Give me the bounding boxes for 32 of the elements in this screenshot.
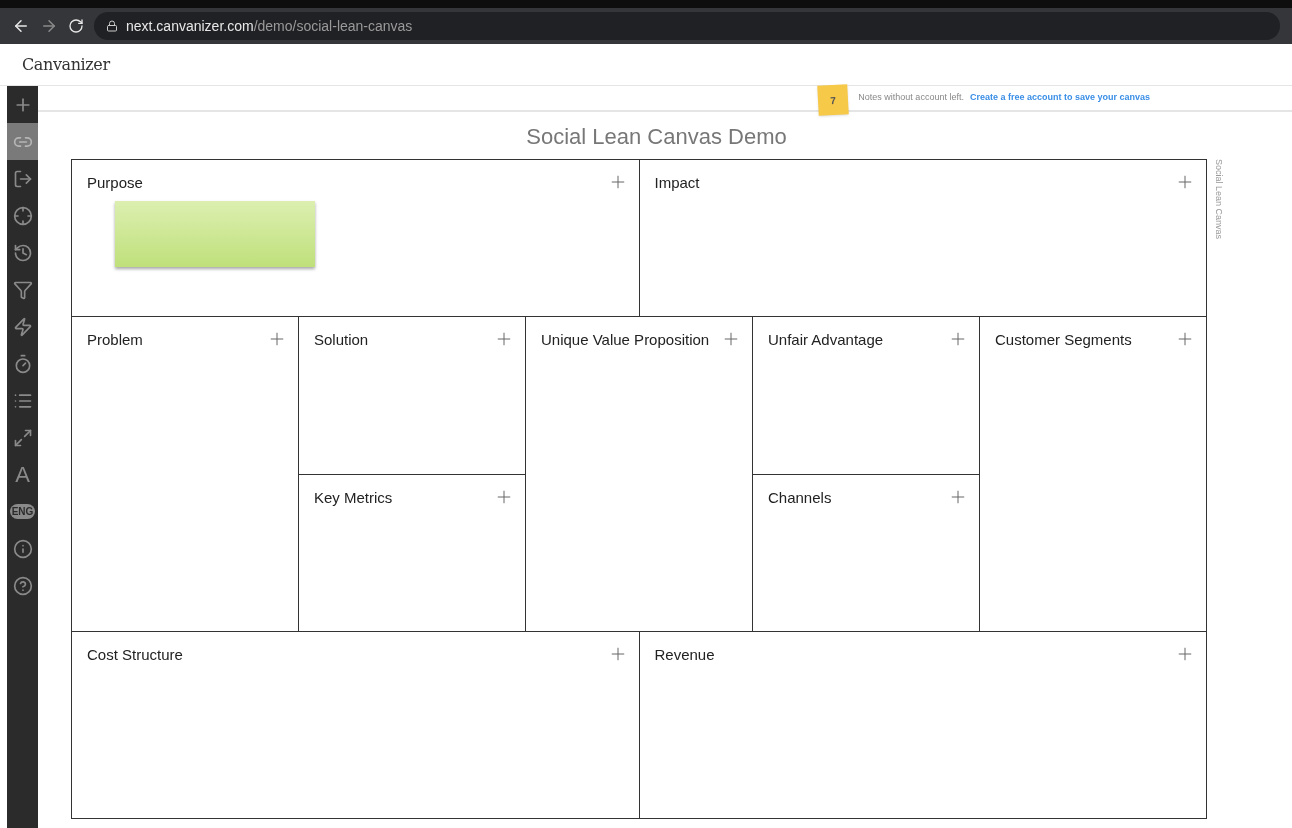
section-title: Impact	[654, 173, 700, 193]
notes-left-count: 7	[817, 84, 850, 116]
export-icon	[12, 168, 33, 189]
canvas-title: Social Lean Canvas Demo	[526, 123, 787, 151]
link-tool-button[interactable]	[7, 123, 38, 160]
bolt-icon	[12, 316, 33, 337]
crosshair-icon	[12, 205, 33, 226]
section-title: Unfair Advantage	[768, 330, 884, 350]
url-text: next.canvanizer.com/demo/social-lean-canvas	[126, 16, 413, 36]
section-title: Key Metrics	[314, 487, 393, 508]
logo[interactable]: Canvanizer	[22, 52, 110, 77]
expand-icon	[12, 427, 33, 448]
section-title: Unique Value Proposition	[541, 330, 710, 350]
section-title: Customer Segments	[995, 330, 1132, 350]
back-button[interactable]	[12, 17, 30, 35]
section-title: Solution	[314, 330, 369, 350]
lock-icon	[106, 20, 118, 32]
section-title: Problem	[87, 330, 143, 350]
section-title: Channels	[768, 487, 832, 508]
help-icon	[12, 575, 33, 596]
canvas-side-label: Social Lean Canvas	[1212, 159, 1225, 240]
section-title: Revenue	[654, 645, 715, 665]
section-title: Purpose	[87, 173, 143, 193]
forward-button[interactable]	[40, 17, 58, 35]
history-icon	[12, 242, 33, 263]
notice-text: Notes without account left.	[858, 91, 964, 105]
section-title: Cost Structure	[87, 645, 183, 665]
info-icon	[12, 538, 33, 559]
filter-icon	[12, 279, 33, 300]
create-account-link[interactable]: Create a free account to save your canvas	[969, 91, 1150, 105]
reload-button[interactable]	[68, 18, 84, 34]
address-bar[interactable]: next.canvanizer.com/demo/social-lean-canvas	[94, 12, 1280, 40]
